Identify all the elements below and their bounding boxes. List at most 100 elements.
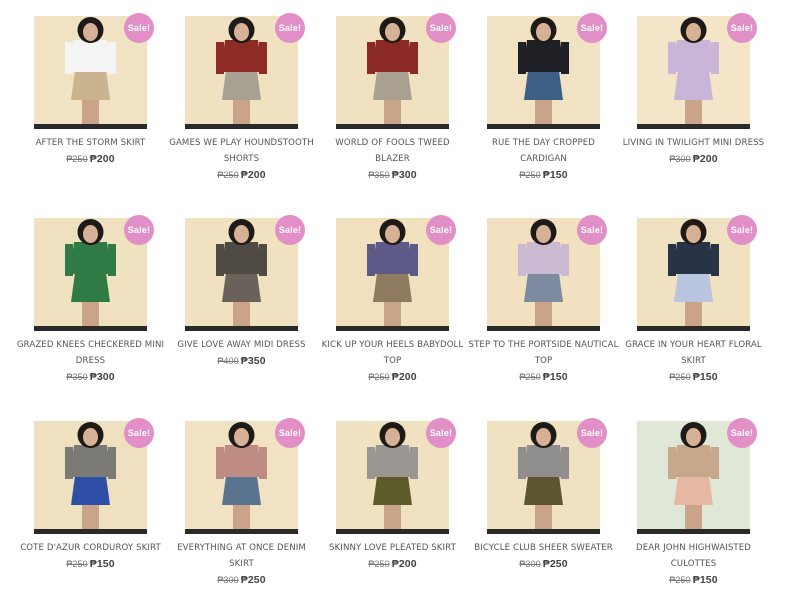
original-price: ₱250 [519,170,541,180]
product-price: ₱250 ₱150 [468,369,619,386]
sale-price: ₱200 [391,371,417,383]
product-name[interactable]: EVERYTHING AT ONCE DENIM SKIRT [166,540,317,572]
original-price: ₱250 [368,559,390,569]
sale-badge: Sale! [727,13,757,43]
sale-price: ₱300 [89,371,115,383]
product-card[interactable]: Sale! STEP TO THE PORTSIDE NAUTICAL TOP ₱2… [469,215,637,398]
product-name[interactable]: GRAZED KNEES CHECKERED MINI DRESS [15,337,166,369]
original-price: ₱250 [519,372,541,382]
product-card[interactable]: Sale! GAMES WE PLAY HOUNDSTOOTH SHORTS ₱25… [169,13,335,196]
original-price: ₱350 [66,372,88,382]
sale-badge: Sale! [426,215,456,245]
product-card[interactable]: Sale! RUE THE DAY CROPPED CARDIGAN ₱250 ₱15… [487,13,637,196]
product-price: ₱400 ₱350 [166,353,317,370]
original-price: ₱250 [217,170,239,180]
product-title[interactable]: WORLD OF FOOLS TWEED BLAZER ₱350 ₱300 [317,135,468,184]
product-title[interactable]: AFTER THE STORM SKIRT ₱250 ₱200 [15,135,166,168]
sale-badge: Sale! [275,418,305,448]
product-name[interactable]: GRACE IN YOUR HEART FLORAL SKIRT [618,337,769,369]
product-card[interactable]: Sale! GRACE IN YOUR HEART FLORAL SKIRT ₱25… [625,215,787,398]
sale-badge: Sale! [577,13,607,43]
product-title[interactable]: SKINNY LOVE PLEATED SKIRT ₱250 ₱200 [317,540,468,573]
product-card[interactable]: Sale! LIVING IN TWILIGHT MINI DRESS ₱300 ₱2… [623,13,787,196]
product-card[interactable]: Sale! GRAZED KNEES CHECKERED MINI DRESS ₱3… [17,215,184,398]
sale-price: ₱250 [542,558,568,570]
original-price: ₱250 [669,372,691,382]
product-name[interactable]: COTE D'AZUR CORDUROY SKIRT [15,540,166,556]
product-price: ₱250 ₱150 [468,167,619,184]
sale-price: ₱200 [89,153,115,165]
sale-price: ₱150 [542,169,568,181]
sale-badge: Sale! [577,418,607,448]
product-title[interactable]: GIVE LOVE AWAY MIDI DRESS ₱400 ₱350 [166,337,317,370]
product-name[interactable]: AFTER THE STORM SKIRT [15,135,166,151]
sale-price: ₱350 [240,355,266,367]
sale-badge: Sale! [727,215,757,245]
product-title[interactable]: EVERYTHING AT ONCE DENIM SKIRT ₱300 ₱250 [166,540,317,589]
product-price: ₱300 ₱250 [166,572,317,589]
product-price: ₱250 ₱200 [166,167,317,184]
product-name[interactable]: BICYCLE CLUB SHEER SWEATER [468,540,619,556]
original-price: ₱300 [669,154,691,164]
sale-price: ₱150 [692,371,718,383]
product-name[interactable]: SKINNY LOVE PLEATED SKIRT [317,540,468,556]
product-card[interactable]: Sale! DEAR JOHN HIGHWAISTED CULOTTES ₱250 ₱… [636,418,787,601]
original-price: ₱250 [66,154,88,164]
original-price: ₱250 [669,575,691,585]
product-name[interactable]: WORLD OF FOOLS TWEED BLAZER [317,135,468,167]
product-card[interactable]: Sale! AFTER THE STORM SKIRT ₱250 ₱200 [34,13,184,196]
product-card[interactable]: Sale! WORLD OF FOOLS TWEED BLAZER ₱350 ₱300 [335,13,486,196]
original-price: ₱250 [368,372,390,382]
product-card[interactable]: Sale! EVERYTHING AT ONCE DENIM SKIRT ₱300 ₱… [177,418,335,601]
product-card[interactable]: Sale! SKINNY LOVE PLEATED SKIRT ₱250 ₱200 [329,418,486,601]
original-price: ₱250 [66,559,88,569]
product-price: ₱250 ₱150 [15,556,166,573]
product-title[interactable]: RUE THE DAY CROPPED CARDIGAN ₱250 ₱150 [468,135,619,184]
product-title[interactable]: DEAR JOHN HIGHWAISTED CULOTTES ₱250 ₱150 [618,540,769,589]
product-price: ₱250 ₱150 [618,369,769,386]
product-title[interactable]: COTE D'AZUR CORDUROY SKIRT ₱250 ₱150 [15,540,166,573]
product-name[interactable]: DEAR JOHN HIGHWAISTED CULOTTES [618,540,769,572]
product-name[interactable]: RUE THE DAY CROPPED CARDIGAN [468,135,619,167]
sale-price: ₱200 [240,169,266,181]
original-price: ₱300 [217,575,239,585]
product-card[interactable]: Sale! KICK UP YOUR HEELS BABYDOLL TOP ₱250… [322,215,486,398]
product-card[interactable]: Sale! GIVE LOVE AWAY MIDI DRESS ₱400 ₱350 [177,215,335,398]
product-title[interactable]: STEP TO THE PORTSIDE NAUTICAL TOP ₱250 ₱15… [468,337,619,386]
product-title[interactable]: GRACE IN YOUR HEART FLORAL SKIRT ₱250 ₱150 [618,337,769,386]
product-name[interactable]: LIVING IN TWILIGHT MINI DRESS [618,135,769,151]
product-name[interactable]: GIVE LOVE AWAY MIDI DRESS [166,337,317,353]
product-price: ₱350 ₱300 [15,369,166,386]
product-price: ₱250 ₱200 [317,369,468,386]
sale-price: ₱150 [692,574,718,586]
product-title[interactable]: KICK UP YOUR HEELS BABYDOLL TOP ₱250 ₱200 [317,337,468,386]
original-price: ₱400 [217,356,239,366]
product-title[interactable]: GRAZED KNEES CHECKERED MINI DRESS ₱350 ₱30… [15,337,166,386]
sale-badge: Sale! [426,418,456,448]
sale-price: ₱150 [89,558,115,570]
product-name[interactable]: STEP TO THE PORTSIDE NAUTICAL TOP [468,337,619,369]
product-name[interactable]: GAMES WE PLAY HOUNDSTOOTH SHORTS [166,135,317,167]
sale-price: ₱200 [692,153,718,165]
product-price: ₱300 ₱200 [618,151,769,168]
product-name[interactable]: KICK UP YOUR HEELS BABYDOLL TOP [317,337,468,369]
product-card[interactable]: Sale! COTE D'AZUR CORDUROY SKIRT ₱250 ₱150 [20,418,184,601]
product-price: ₱300 ₱250 [468,556,619,573]
sale-badge: Sale! [577,215,607,245]
product-price: ₱250 ₱150 [618,572,769,589]
product-card[interactable]: Sale! BICYCLE CLUB SHEER SWEATER ₱300 ₱250 [474,418,637,601]
product-price: ₱250 ₱200 [317,556,468,573]
sale-badge: Sale! [275,13,305,43]
original-price: ₱300 [519,559,541,569]
sale-price: ₱250 [240,574,266,586]
product-title[interactable]: GAMES WE PLAY HOUNDSTOOTH SHORTS ₱250 ₱200 [166,135,317,184]
sale-badge: Sale! [124,215,154,245]
sale-badge: Sale! [124,13,154,43]
sale-badge: Sale! [727,418,757,448]
original-price: ₱350 [368,170,390,180]
product-title[interactable]: BICYCLE CLUB SHEER SWEATER ₱300 ₱250 [468,540,619,573]
sale-badge: Sale! [124,418,154,448]
sale-badge: Sale! [426,13,456,43]
sale-price: ₱200 [391,558,417,570]
product-title[interactable]: LIVING IN TWILIGHT MINI DRESS ₱300 ₱200 [618,135,769,168]
